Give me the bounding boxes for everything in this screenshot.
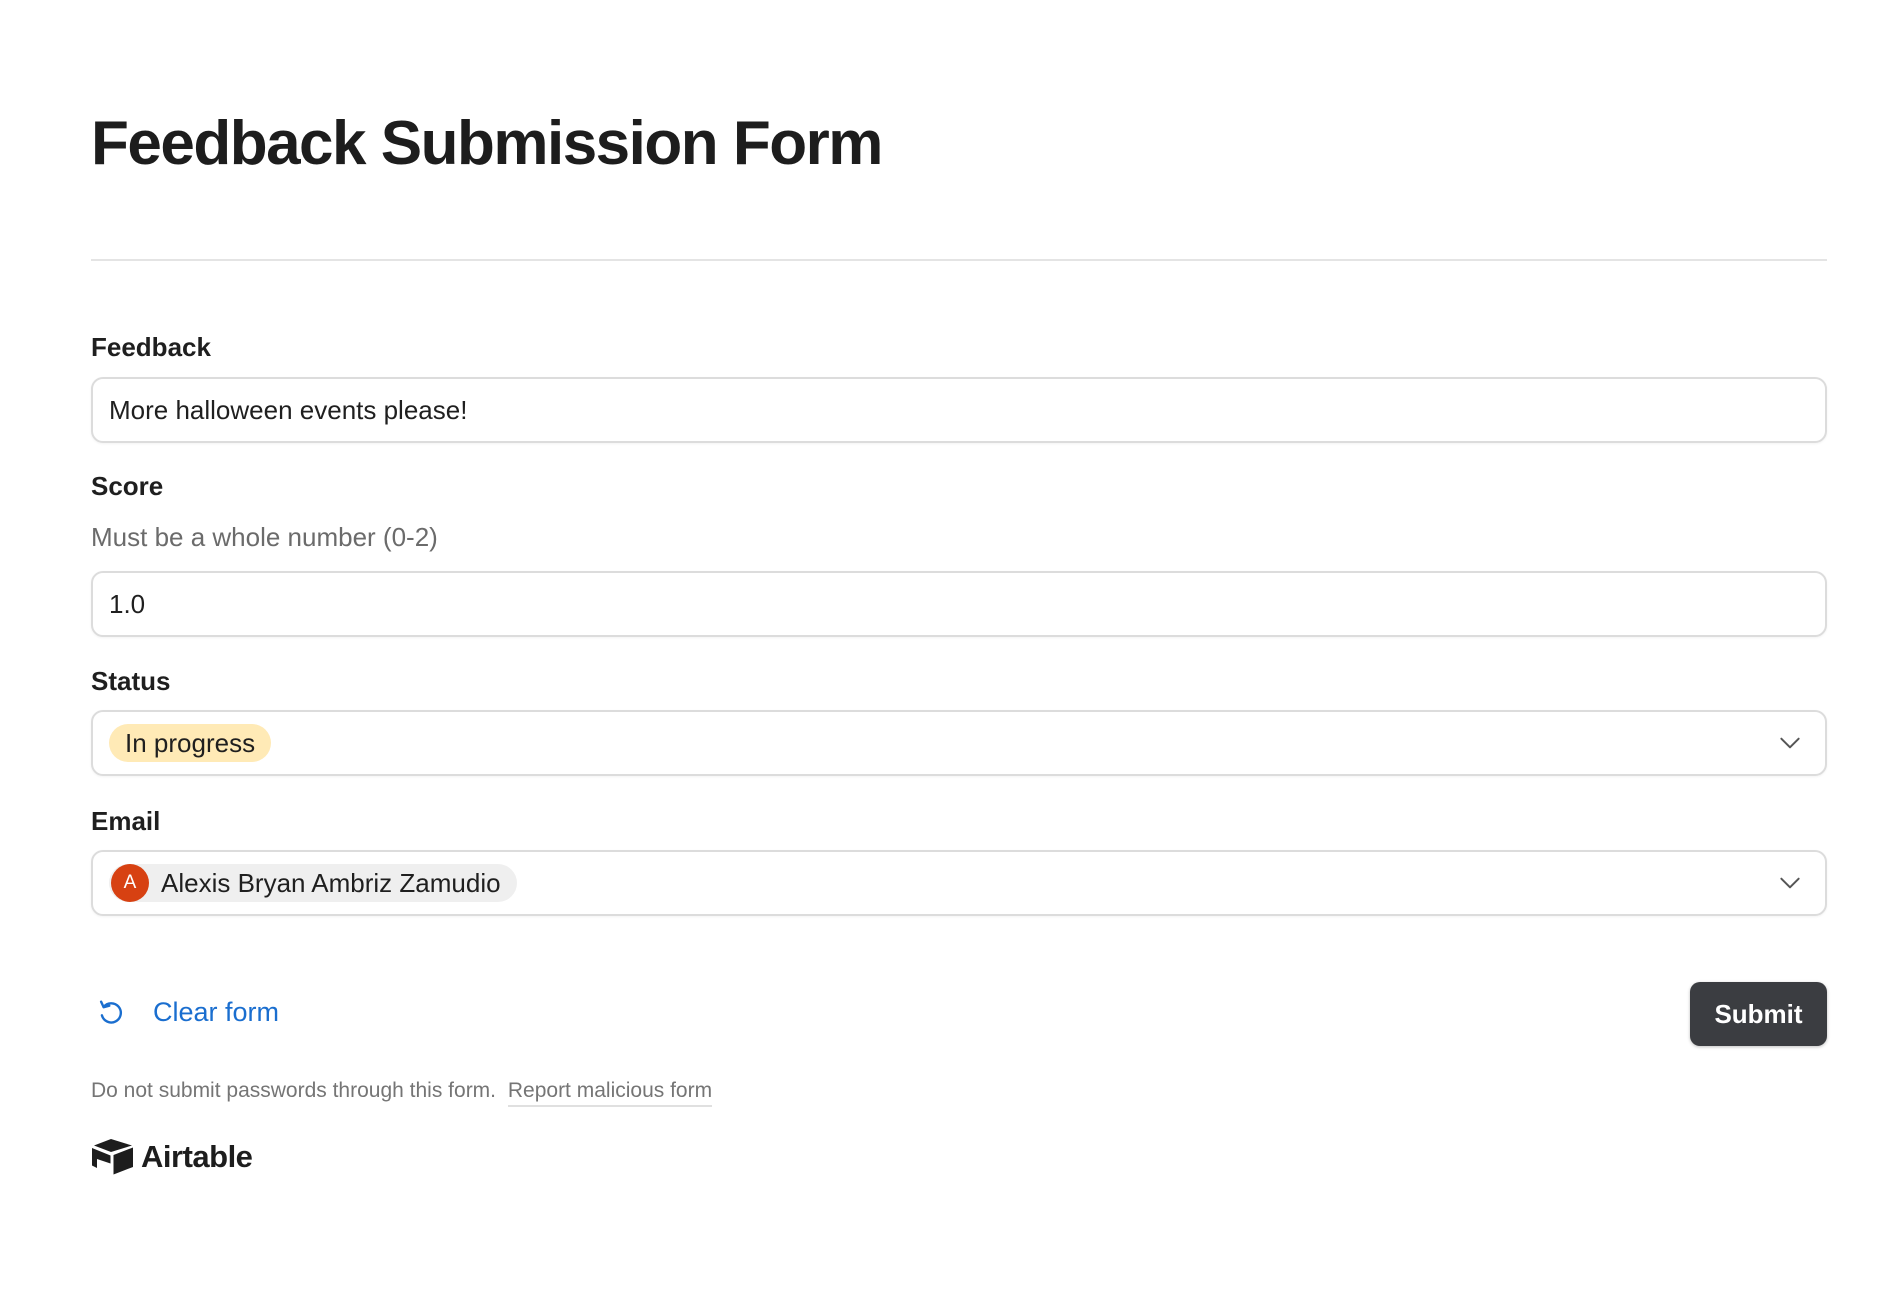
email-label: Email <box>91 806 161 836</box>
brand-wordmark: Airtable <box>141 1139 253 1174</box>
score-help-text: Must be a whole number (0-2) <box>91 522 438 552</box>
feedback-label: Feedback <box>91 332 211 362</box>
feedback-value: More halloween events please! <box>109 394 468 425</box>
title-divider <box>91 259 1827 261</box>
chevron-down-icon[interactable] <box>1777 870 1803 896</box>
user-pill: A Alexis Bryan Ambriz Zamudio <box>109 864 517 902</box>
status-label: Status <box>91 666 171 696</box>
password-warning: Do not submit passwords through this for… <box>91 1079 497 1102</box>
feedback-input[interactable]: More halloween events please! <box>91 377 1827 443</box>
undo-icon <box>99 1000 122 1024</box>
report-malicious-link[interactable]: Report malicious form <box>507 1079 713 1107</box>
status-select[interactable]: In progress <box>91 710 1827 776</box>
score-value: 1.0 <box>109 588 146 619</box>
chevron-down-icon[interactable] <box>1777 730 1803 756</box>
score-input[interactable]: 1.0 <box>91 571 1827 637</box>
clear-form-button[interactable]: Clear form <box>95 996 279 1028</box>
email-select[interactable]: A Alexis Bryan Ambriz Zamudio <box>91 850 1827 916</box>
submit-button[interactable]: Submit <box>1690 982 1827 1046</box>
status-pill: In progress <box>109 724 272 762</box>
clear-form-label: Clear form <box>153 996 280 1027</box>
page-title: Feedback Submission Form <box>91 109 883 178</box>
airtable-logo-icon <box>92 1139 133 1175</box>
footer-note: Do not submit passwords through this for… <box>91 1079 713 1107</box>
airtable-brand[interactable]: Airtable <box>91 1138 253 1176</box>
user-name: Alexis Bryan Ambriz Zamudio <box>161 867 501 898</box>
score-label: Score <box>91 471 164 501</box>
avatar: A <box>111 864 149 902</box>
